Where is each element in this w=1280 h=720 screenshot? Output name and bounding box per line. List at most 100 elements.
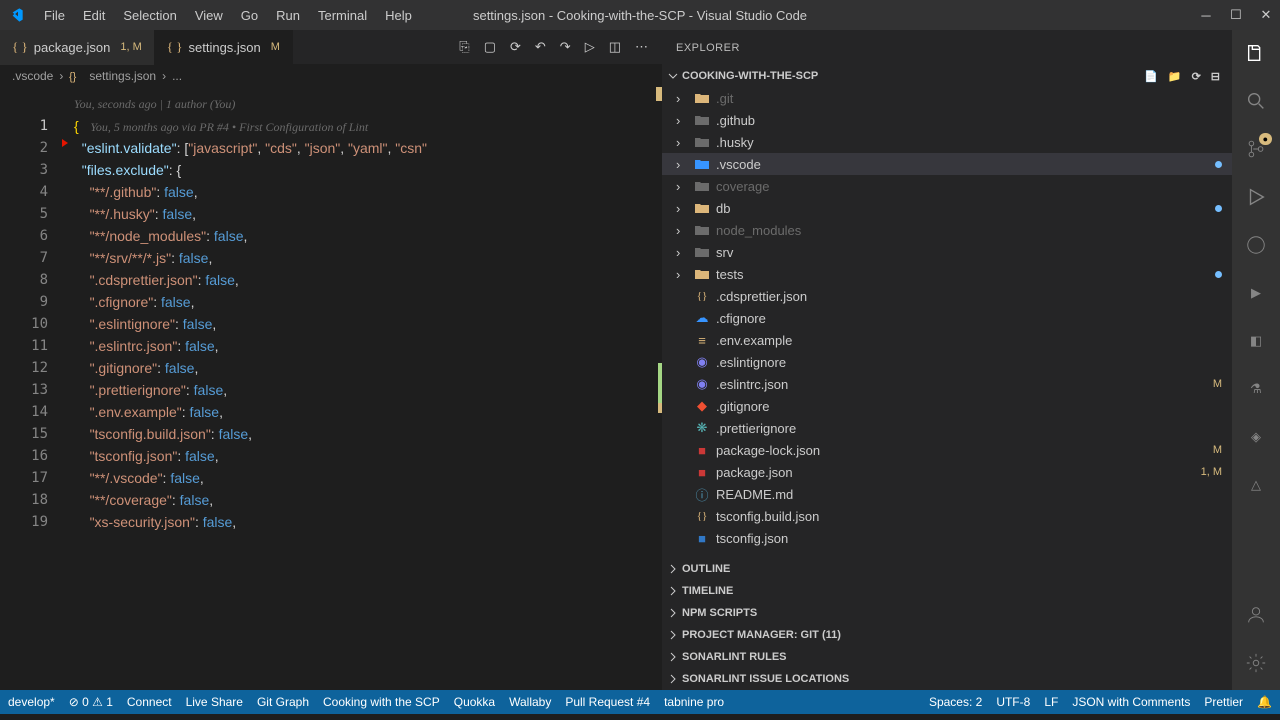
status-item[interactable]: Cooking with the SCP bbox=[323, 695, 440, 709]
account-icon[interactable] bbox=[1243, 602, 1269, 628]
remote-icon[interactable]: ▶ bbox=[1243, 280, 1269, 306]
tree-item-.github[interactable]: ›.github bbox=[662, 109, 1232, 131]
breadcrumb-file[interactable]: settings.json bbox=[89, 69, 156, 83]
status-item[interactable]: Prettier bbox=[1204, 695, 1243, 709]
source-control-icon[interactable]: ● bbox=[1243, 136, 1269, 162]
code-line-9[interactable]: ".cfignore": false, bbox=[74, 291, 662, 313]
open-preview-icon[interactable]: ▢ bbox=[484, 39, 496, 55]
tree-item-package.json[interactable]: ■package.json1, M bbox=[662, 461, 1232, 483]
editor[interactable]: 12345678910111213141516171819 You, secon… bbox=[0, 87, 662, 690]
section-sonarlint-rules[interactable]: SONARLINT RULES bbox=[662, 646, 1232, 668]
tree-item-coverage[interactable]: ›coverage bbox=[662, 175, 1232, 197]
tree-item-srv[interactable]: ›srv bbox=[662, 241, 1232, 263]
tree-item-.git[interactable]: ›.git bbox=[662, 87, 1232, 109]
section-sonarlint-issue-locations[interactable]: SONARLINT ISSUE LOCATIONS bbox=[662, 668, 1232, 690]
tree-item-.cdsprettier.json[interactable]: {}.cdsprettier.json bbox=[662, 285, 1232, 307]
test-icon[interactable]: ⚗ bbox=[1243, 376, 1269, 402]
code-line-5[interactable]: "**/.husky": false, bbox=[74, 203, 662, 225]
status-item[interactable]: develop* bbox=[8, 695, 55, 709]
tree-item-package-lock.json[interactable]: ■package-lock.jsonM bbox=[662, 439, 1232, 461]
new-folder-icon[interactable]: 📁 bbox=[1168, 70, 1182, 83]
tree-item-.eslintrc.json[interactable]: ◉.eslintrc.jsonM bbox=[662, 373, 1232, 395]
status-item[interactable]: Git Graph bbox=[257, 695, 309, 709]
more-icon[interactable]: ⋯ bbox=[635, 39, 648, 55]
tree-item-tsconfig.json[interactable]: ■tsconfig.json bbox=[662, 527, 1232, 549]
run-icon[interactable]: ▷ bbox=[585, 39, 595, 55]
toggle-file-icon[interactable]: ⎘ bbox=[459, 39, 469, 55]
settings-gear-icon[interactable] bbox=[1243, 650, 1269, 676]
menu-help[interactable]: Help bbox=[377, 4, 420, 27]
tree-item-.eslintignore[interactable]: ◉.eslintignore bbox=[662, 351, 1232, 373]
code-area[interactable]: You, seconds ago | 1 author (You) { You,… bbox=[74, 87, 662, 690]
github-icon[interactable] bbox=[1243, 232, 1269, 258]
status-item[interactable]: JSON with Comments bbox=[1072, 695, 1190, 709]
section-timeline[interactable]: TIMELINE bbox=[662, 580, 1232, 602]
code-line-1[interactable]: { You, 5 months ago via PR #4 • First Co… bbox=[74, 115, 662, 137]
search-icon[interactable] bbox=[1243, 88, 1269, 114]
tree-item-.husky[interactable]: ›.husky bbox=[662, 131, 1232, 153]
status-item[interactable]: ⊘ 0 ⚠ 1 bbox=[69, 695, 113, 709]
code-line-14[interactable]: ".env.example": false, bbox=[74, 401, 662, 423]
minimize-button[interactable]: ─ bbox=[1200, 9, 1212, 21]
docker-icon[interactable]: △ bbox=[1243, 472, 1269, 498]
tree-item-tests[interactable]: ›tests bbox=[662, 263, 1232, 285]
tree-item-.vscode[interactable]: ›.vscode bbox=[662, 153, 1232, 175]
tree-item-.cfignore[interactable]: ☁.cfignore bbox=[662, 307, 1232, 329]
menu-selection[interactable]: Selection bbox=[115, 4, 184, 27]
breadcrumb[interactable]: .vscode › {} settings.json › ... bbox=[0, 65, 662, 87]
extensions-icon[interactable]: ◧ bbox=[1243, 328, 1269, 354]
status-item[interactable]: Spaces: 2 bbox=[929, 695, 982, 709]
explorer-icon[interactable] bbox=[1243, 40, 1269, 66]
tree-item-.prettierignore[interactable]: ❋.prettierignore bbox=[662, 417, 1232, 439]
tab-package.json[interactable]: { }package.json1, M bbox=[0, 30, 155, 65]
run-debug-icon[interactable] bbox=[1243, 184, 1269, 210]
explorer-root-header[interactable]: COOKING-WITH-THE-SCP 📄 📁 ⟳ ⊟ bbox=[662, 65, 1232, 87]
code-line-16[interactable]: "tsconfig.json": false, bbox=[74, 445, 662, 467]
status-item[interactable]: Connect bbox=[127, 695, 172, 709]
code-line-8[interactable]: ".cdsprettier.json": false, bbox=[74, 269, 662, 291]
menu-file[interactable]: File bbox=[36, 4, 73, 27]
code-line-19[interactable]: "xs-security.json": false, bbox=[74, 511, 662, 533]
code-line-10[interactable]: ".eslintignore": false, bbox=[74, 313, 662, 335]
tree-item-tsconfig.build.json[interactable]: {}tsconfig.build.json bbox=[662, 505, 1232, 527]
code-line-2[interactable]: "eslint.validate": ["javascript", "cds",… bbox=[74, 137, 662, 159]
code-line-13[interactable]: ".prettierignore": false, bbox=[74, 379, 662, 401]
breadcrumb-rest[interactable]: ... bbox=[172, 69, 182, 83]
tree-item-.env.example[interactable]: ≡.env.example bbox=[662, 329, 1232, 351]
split-icon[interactable]: ◫ bbox=[609, 39, 621, 55]
azure-icon[interactable]: ◈ bbox=[1243, 424, 1269, 450]
close-button[interactable]: ✕ bbox=[1260, 9, 1272, 21]
reload-icon[interactable]: ⟳ bbox=[510, 39, 521, 55]
refresh-icon[interactable]: ⟳ bbox=[1192, 70, 1201, 83]
tree-item-node_modules[interactable]: ›node_modules bbox=[662, 219, 1232, 241]
menu-go[interactable]: Go bbox=[233, 4, 266, 27]
section-npm-scripts[interactable]: NPM SCRIPTS bbox=[662, 602, 1232, 624]
code-line-4[interactable]: "**/.github": false, bbox=[74, 181, 662, 203]
tab-settings.json[interactable]: { }settings.jsonM bbox=[155, 30, 293, 65]
breadcrumb-folder[interactable]: .vscode bbox=[12, 69, 53, 83]
menu-view[interactable]: View bbox=[187, 4, 231, 27]
menu-run[interactable]: Run bbox=[268, 4, 308, 27]
tree-item-db[interactable]: ›db bbox=[662, 197, 1232, 219]
history-fwd-icon[interactable]: ↷ bbox=[560, 39, 571, 55]
code-line-18[interactable]: "**/coverage": false, bbox=[74, 489, 662, 511]
status-item[interactable]: Live Share bbox=[186, 695, 243, 709]
status-item[interactable]: Pull Request #4 bbox=[565, 695, 650, 709]
code-line-7[interactable]: "**/srv/**/*.js": false, bbox=[74, 247, 662, 269]
new-file-icon[interactable]: 📄 bbox=[1144, 70, 1158, 83]
status-item[interactable]: Wallaby bbox=[509, 695, 551, 709]
notifications-icon[interactable]: 🔔 bbox=[1257, 695, 1272, 709]
status-item[interactable]: Quokka bbox=[454, 695, 495, 709]
history-back-icon[interactable]: ↶ bbox=[535, 39, 546, 55]
tree-item-.gitignore[interactable]: ◆.gitignore bbox=[662, 395, 1232, 417]
code-line-6[interactable]: "**/node_modules": false, bbox=[74, 225, 662, 247]
status-item[interactable]: UTF-8 bbox=[996, 695, 1030, 709]
collapse-icon[interactable]: ⊟ bbox=[1211, 70, 1220, 83]
maximize-button[interactable]: ☐ bbox=[1230, 9, 1242, 21]
code-line-15[interactable]: "tsconfig.build.json": false, bbox=[74, 423, 662, 445]
code-line-11[interactable]: ".eslintrc.json": false, bbox=[74, 335, 662, 357]
section-outline[interactable]: OUTLINE bbox=[662, 558, 1232, 580]
breakpoint-icon[interactable] bbox=[62, 139, 68, 147]
code-line-12[interactable]: ".gitignore": false, bbox=[74, 357, 662, 379]
code-line-17[interactable]: "**/.vscode": false, bbox=[74, 467, 662, 489]
